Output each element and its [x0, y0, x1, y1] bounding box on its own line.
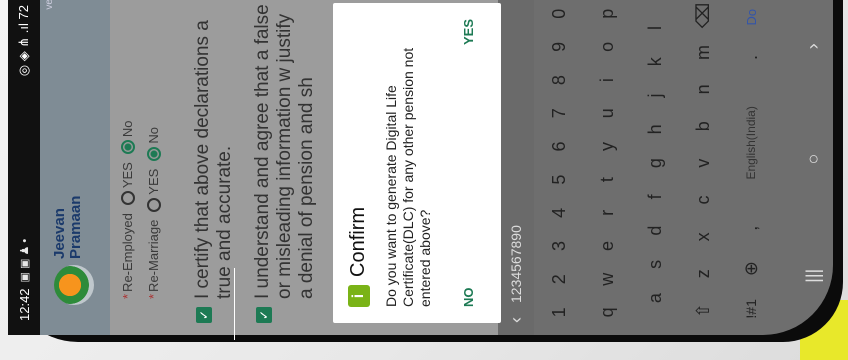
reemployed-no-radio[interactable] — [120, 140, 135, 155]
key[interactable]: f — [636, 182, 674, 212]
key[interactable]: 2 — [540, 264, 578, 294]
yes-button[interactable]: YES — [461, 19, 476, 45]
understand-checkbox[interactable]: ✓ — [256, 307, 272, 323]
system-icons: ◎ ◈ ⋔ .ıl 72 — [16, 5, 31, 77]
key[interactable]: n — [684, 74, 722, 104]
key[interactable]: s — [636, 249, 674, 279]
screen: 12:42 ▣ ▣ ♟ • ◎ ◈ ⋔ .ıl 72 Jeevan Pramaa… — [8, 0, 833, 335]
backspace-key[interactable]: ⌫ — [684, 1, 722, 31]
info-icon: i — [347, 285, 370, 307]
brand-name: Jeevan Pramaan — [51, 195, 84, 259]
phone-frame: 12:42 ▣ ▣ ♟ • ◎ ◈ ⋔ .ıl 72 Jeevan Pramaa… — [8, 0, 843, 342]
key[interactable]: 5 — [540, 165, 578, 195]
jeevan-pramaan-logo-icon — [54, 265, 94, 305]
certify-text: I certify that above declarations a true… — [192, 20, 235, 299]
remarriage-yes-radio[interactable] — [146, 197, 161, 212]
key[interactable]: i — [588, 65, 626, 95]
cable — [234, 268, 235, 340]
done-key[interactable]: Do — [732, 2, 770, 32]
key[interactable]: m — [684, 37, 722, 67]
key[interactable]: d — [636, 216, 674, 246]
dialog-title: Confirm — [347, 206, 369, 277]
keyboard-row-2: q w e r t y u i o p — [588, 0, 626, 329]
dialog-message: Do you want to generate Digital Life Cer… — [383, 47, 433, 307]
reemployed-yes-radio[interactable] — [120, 191, 135, 206]
key[interactable]: o — [588, 32, 626, 62]
key[interactable]: 9 — [540, 32, 578, 62]
keyboard-row-5: !#1 ⊕ , English(India) . Do — [732, 0, 770, 329]
key[interactable]: g — [636, 148, 674, 178]
back-icon[interactable]: › — [803, 43, 824, 49]
app-header: Jeevan Pramaan ve — [40, 0, 110, 335]
number-suggestion[interactable]: 1234567890 — [508, 225, 524, 303]
keyboard-row-4: ⇧ z x c v b n m ⌫ — [684, 0, 722, 329]
key[interactable]: v — [684, 148, 722, 178]
understand-text: I understand and agree that a false or m… — [252, 4, 317, 299]
key[interactable]: 7 — [540, 98, 578, 128]
back-chevron-icon[interactable]: ‹ — [506, 317, 527, 323]
key[interactable]: b — [684, 111, 722, 141]
key[interactable]: 3 — [540, 231, 578, 261]
notification-icons: ▣ ▣ ♟ • — [18, 238, 31, 283]
remarriage-row: * Re-Marriage YES No — [146, 127, 161, 299]
symbols-key[interactable]: !#1 — [732, 294, 770, 324]
key[interactable]: p — [588, 0, 626, 29]
comma-key[interactable]: , — [732, 213, 770, 243]
key[interactable]: 6 — [540, 131, 578, 161]
key[interactable]: x — [684, 222, 722, 252]
phone-content: 12:42 ▣ ▣ ♟ • ◎ ◈ ⋔ .ıl 72 Jeevan Pramaa… — [8, 0, 843, 335]
key[interactable]: c — [684, 185, 722, 215]
keyboard-suggestion-bar: ‹ 1234567890 — [498, 0, 534, 335]
confirm-dialog: i Confirm Do you want to generate Digita… — [333, 3, 501, 323]
home-icon[interactable]: ○ — [803, 154, 824, 165]
key[interactable]: 8 — [540, 65, 578, 95]
dialog-header: i Confirm — [347, 207, 370, 307]
remarriage-label: Re-Marriage — [146, 219, 161, 292]
shift-key[interactable]: ⇧ — [684, 296, 722, 326]
no-button[interactable]: NO — [461, 288, 476, 308]
key[interactable]: 0 — [540, 0, 578, 29]
globe-icon[interactable]: ⊕ — [732, 254, 770, 284]
key[interactable]: t — [588, 165, 626, 195]
keyboard-row-1: 1 2 3 4 5 6 7 8 9 0 — [540, 0, 578, 329]
rotated-screen: 12:42 ▣ ▣ ♟ • ◎ ◈ ⋔ .ıl 72 Jeevan Pramaa… — [8, 0, 843, 335]
status-time: 12:42 — [16, 288, 32, 321]
key[interactable]: q — [588, 297, 626, 327]
key[interactable]: k — [636, 47, 674, 77]
key[interactable]: r — [588, 198, 626, 228]
key[interactable]: u — [588, 98, 626, 128]
keyboard-row-3: a s d f g h j k l — [636, 11, 674, 315]
key[interactable]: l — [636, 13, 674, 43]
recent-apps-icon[interactable]: ||| — [803, 269, 824, 283]
key[interactable]: w — [588, 264, 626, 294]
navigation-bar: ||| ○ › — [793, 0, 833, 335]
version-label: ve — [44, 0, 55, 10]
key[interactable]: z — [684, 259, 722, 289]
remarriage-no-radio[interactable] — [146, 146, 161, 161]
reemployed-row: * Re-Employed YES No — [120, 120, 135, 299]
certify-checkbox[interactable]: ✓ — [196, 307, 212, 323]
spacebar[interactable]: English(India) — [732, 83, 770, 203]
reemployed-label: Re-Employed — [120, 213, 135, 292]
keyboard: ‹ 1234567890 1 2 3 4 5 6 7 8 9 0 q w e r… — [498, 0, 833, 335]
key[interactable]: a — [636, 283, 674, 313]
key[interactable]: y — [588, 131, 626, 161]
period-key[interactable]: . — [732, 43, 770, 73]
key[interactable]: j — [636, 81, 674, 111]
key[interactable]: e — [588, 231, 626, 261]
key[interactable]: 1 — [540, 297, 578, 327]
key[interactable]: 4 — [540, 198, 578, 228]
key[interactable]: h — [636, 114, 674, 144]
status-bar: 12:42 ▣ ▣ ♟ • ◎ ◈ ⋔ .ıl 72 — [8, 0, 40, 335]
